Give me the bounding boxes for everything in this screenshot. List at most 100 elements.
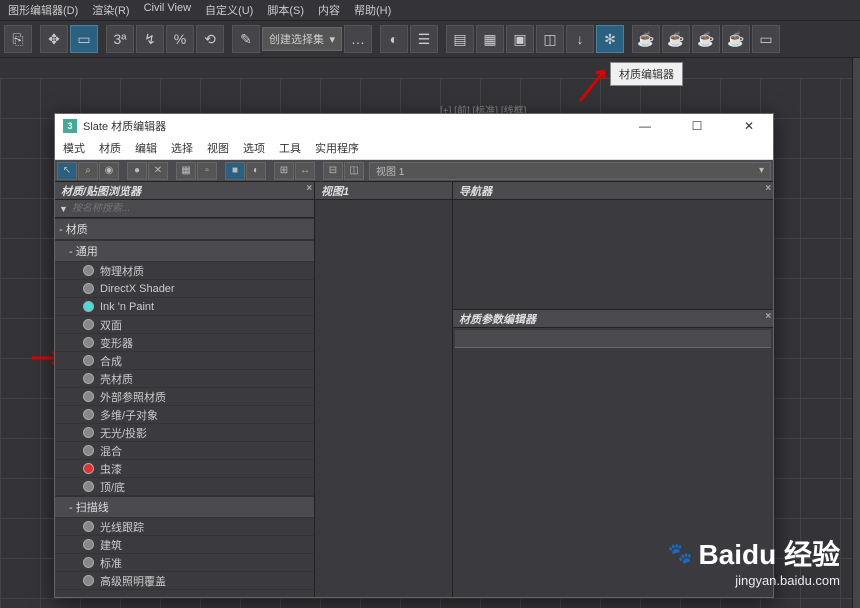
tree-item-morpher[interactable]: 变形器 bbox=[55, 334, 314, 352]
tree-item-advanced-lighting[interactable]: 高级照明覆盖 bbox=[55, 572, 314, 590]
command-panel-edge[interactable] bbox=[852, 58, 860, 608]
menu-graphics-editor[interactable]: 图形编辑器(D) bbox=[8, 2, 78, 18]
dlg-menu-utilities[interactable]: 实用程序 bbox=[315, 140, 359, 157]
tree-item-blend[interactable]: 混合 bbox=[55, 442, 314, 460]
dlg-tool-delete-icon[interactable]: ✕ bbox=[148, 162, 168, 180]
tree-item-matte[interactable]: 无光/投影 bbox=[55, 424, 314, 442]
tool-layers-icon[interactable]: ▤ bbox=[446, 25, 474, 53]
dialog-titlebar[interactable]: 3 Slate 材质编辑器 — ☐ ✕ bbox=[55, 114, 773, 138]
tool-snap-icon[interactable]: ⟲ bbox=[196, 25, 224, 53]
navigator-header[interactable]: 导航器 × bbox=[453, 182, 773, 200]
tool-percent-icon[interactable]: % bbox=[166, 25, 194, 53]
tool-grid-icon[interactable]: ▦ bbox=[476, 25, 504, 53]
tool-download-icon[interactable]: ↓ bbox=[566, 25, 594, 53]
menu-render[interactable]: 渲染(R) bbox=[92, 2, 129, 18]
node-canvas[interactable] bbox=[315, 200, 452, 597]
tree-group-materials[interactable]: - 材质 bbox=[55, 218, 314, 240]
param-editor-header[interactable]: 材质参数编辑器 × bbox=[453, 310, 773, 328]
tool-link-icon[interactable]: ⎘ bbox=[4, 25, 32, 53]
tree-item-multisub[interactable]: 多维/子对象 bbox=[55, 406, 314, 424]
tree-item-raytrace[interactable]: 光线跟踪 bbox=[55, 518, 314, 536]
view-panel-header[interactable]: 视图1 bbox=[315, 182, 452, 200]
tool-curve-icon[interactable]: ↯ bbox=[136, 25, 164, 53]
dlg-tool-select-icon[interactable]: ↖ bbox=[57, 162, 77, 180]
dlg-tool-assign-icon[interactable]: ◉ bbox=[99, 162, 119, 180]
tool-mirror-icon[interactable]: ◐ bbox=[380, 25, 408, 53]
dlg-tool-lock-icon[interactable]: ◐ bbox=[246, 162, 266, 180]
tool-render-preset-icon[interactable]: ☕ bbox=[722, 25, 750, 53]
tree-item-arch[interactable]: 建筑 bbox=[55, 536, 314, 554]
param-toolbar[interactable] bbox=[455, 330, 771, 348]
tree-item-composite[interactable]: 合成 bbox=[55, 352, 314, 370]
tree-group-scanline[interactable]: - 扫描线 bbox=[55, 496, 314, 518]
tree-item-shellac[interactable]: 虫漆 bbox=[55, 460, 314, 478]
dlg-menu-options[interactable]: 选项 bbox=[243, 140, 265, 157]
tool-3d-icon[interactable]: 3ª bbox=[106, 25, 134, 53]
swatch-icon bbox=[83, 337, 94, 348]
tree-item-xref[interactable]: 外部参照材质 bbox=[55, 388, 314, 406]
dlg-menu-view[interactable]: 视图 bbox=[207, 140, 229, 157]
dlg-tool-box-icon[interactable]: ▫ bbox=[197, 162, 217, 180]
swatch-icon bbox=[83, 409, 94, 420]
tree-item-top-bottom[interactable]: 顶/底 bbox=[55, 478, 314, 496]
selection-set-dropdown[interactable]: 创建选择集 bbox=[262, 27, 342, 51]
tool-render-icon[interactable]: ☕ bbox=[692, 25, 720, 53]
tree-item-standard[interactable]: 标准 bbox=[55, 554, 314, 572]
swatch-icon bbox=[83, 521, 94, 532]
dlg-menu-material[interactable]: 材质 bbox=[99, 140, 121, 157]
panel-close-icon[interactable]: × bbox=[765, 183, 771, 194]
tool-scene-icon[interactable]: ◫ bbox=[536, 25, 564, 53]
tool-render-frame-icon[interactable]: ☕ bbox=[662, 25, 690, 53]
maximize-button[interactable]: ☐ bbox=[681, 116, 713, 136]
material-editor-tooltip: 材质编辑器 bbox=[610, 62, 683, 86]
tool-move-icon[interactable]: ✥ bbox=[40, 25, 68, 53]
menu-content[interactable]: 内容 bbox=[318, 2, 340, 18]
tool-abc-icon[interactable]: … bbox=[344, 25, 372, 53]
menu-civil-view[interactable]: Civil View bbox=[144, 2, 191, 18]
dlg-menu-tools[interactable]: 工具 bbox=[279, 140, 301, 157]
dlg-tool-pick-icon[interactable]: ⌕ bbox=[78, 162, 98, 180]
dlg-menu-mode[interactable]: 模式 bbox=[63, 140, 85, 157]
menu-customize[interactable]: 自定义(U) bbox=[205, 2, 253, 18]
dlg-menu-select[interactable]: 选择 bbox=[171, 140, 193, 157]
menu-script[interactable]: 脚本(S) bbox=[267, 2, 304, 18]
tool-render-setup-icon[interactable]: ☕ bbox=[632, 25, 660, 53]
panel-close-icon[interactable]: × bbox=[765, 311, 771, 322]
swatch-icon bbox=[83, 445, 94, 456]
tool-align-icon[interactable]: ☰ bbox=[410, 25, 438, 53]
tool-render-output-icon[interactable]: ▭ bbox=[752, 25, 780, 53]
dlg-tool-separate-icon[interactable]: ⊟ bbox=[323, 162, 343, 180]
tree-item-shell[interactable]: 壳材质 bbox=[55, 370, 314, 388]
tree-item-physical[interactable]: 物理材质 bbox=[55, 262, 314, 280]
dlg-menu-edit[interactable]: 编辑 bbox=[135, 140, 157, 157]
search-input[interactable] bbox=[72, 203, 310, 214]
close-button[interactable]: ✕ bbox=[733, 116, 765, 136]
watermark-logo: 🐾 Baidu 经验 bbox=[668, 533, 840, 573]
tool-schematic-icon[interactable]: ▣ bbox=[506, 25, 534, 53]
view-dropdown[interactable]: 视图 1 bbox=[369, 162, 771, 180]
dlg-tool-preview-icon[interactable]: ■ bbox=[225, 162, 245, 180]
tool-brush-icon[interactable]: ✎ bbox=[232, 25, 260, 53]
swatch-icon bbox=[83, 427, 94, 438]
dialog-title: Slate 材质编辑器 bbox=[83, 118, 166, 134]
minimize-button[interactable]: — bbox=[629, 116, 661, 136]
swatch-icon bbox=[83, 283, 94, 294]
material-editor-button[interactable]: ✻ bbox=[596, 25, 624, 53]
search-expand-icon[interactable]: ▼ bbox=[59, 204, 68, 214]
swatch-icon bbox=[83, 539, 94, 550]
browser-panel-header[interactable]: 材质/贴图浏览器 × bbox=[55, 182, 314, 200]
dlg-tool-layout-icon[interactable]: ⊞ bbox=[274, 162, 294, 180]
dlg-tool-sphere-icon[interactable]: ● bbox=[127, 162, 147, 180]
dlg-tool-hide-icon[interactable]: ◫ bbox=[344, 162, 364, 180]
tool-select-icon[interactable]: ▭ bbox=[70, 25, 98, 53]
dlg-tool-move-icon[interactable]: ▦ bbox=[176, 162, 196, 180]
material-tree[interactable]: - 材质 - 通用 物理材质 DirectX Shader Ink 'n Pai… bbox=[55, 218, 314, 597]
dlg-tool-connect-icon[interactable]: ↔ bbox=[295, 162, 315, 180]
navigator-panel[interactable] bbox=[453, 200, 773, 310]
panel-close-icon[interactable]: × bbox=[306, 183, 312, 194]
tree-group-general[interactable]: - 通用 bbox=[55, 240, 314, 262]
tree-item-directx[interactable]: DirectX Shader bbox=[55, 280, 314, 298]
tree-item-double-sided[interactable]: 双面 bbox=[55, 316, 314, 334]
menu-help[interactable]: 帮助(H) bbox=[354, 2, 391, 18]
tree-item-ink-paint[interactable]: Ink 'n Paint bbox=[55, 298, 314, 316]
